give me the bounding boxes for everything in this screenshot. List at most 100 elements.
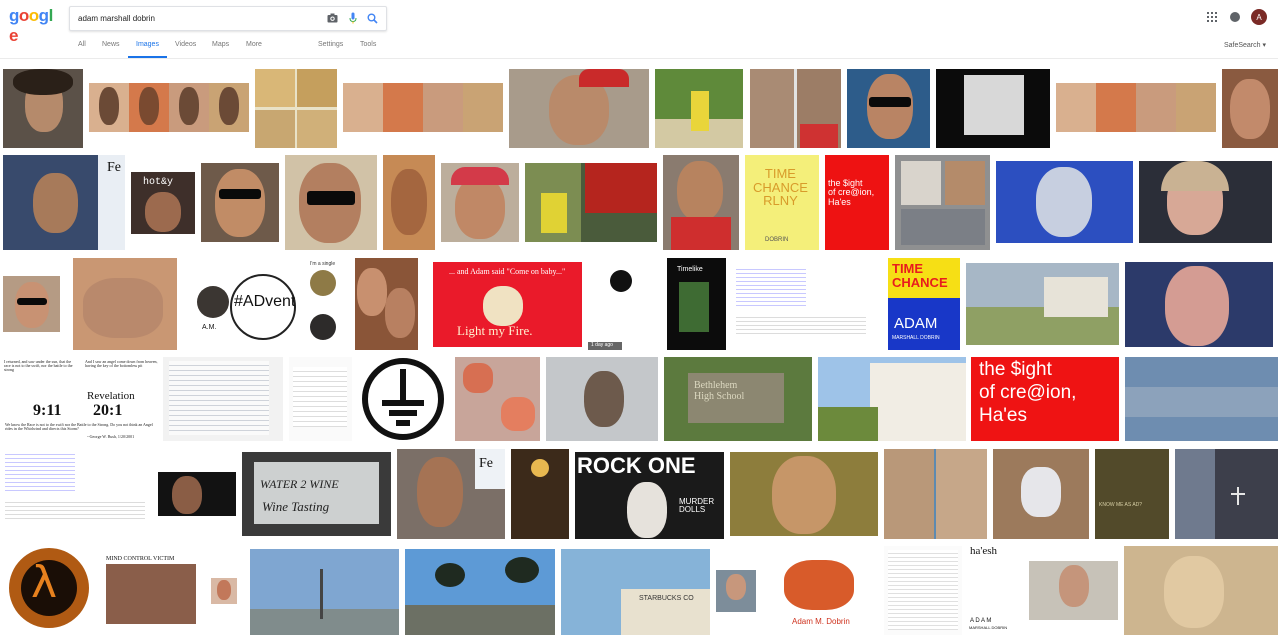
image-result[interactable] [936,69,1050,148]
thumb-text: WATER 2 WINE [260,477,339,491]
image-result[interactable] [3,449,156,539]
image-result[interactable]: λ [3,546,98,635]
thumb-text: ha'esh [970,546,998,557]
image-result[interactable] [73,258,177,350]
image-result[interactable]: Adam M. Dobrin [764,552,878,635]
image-result[interactable] [993,449,1089,539]
thumb-text: DOBRIN [765,237,789,243]
image-result[interactable]: TIME CHANCE ADAM MARSHALL DOBRIN [888,258,960,350]
image-result[interactable]: Fe [397,449,505,539]
thumb-text: #ADvent [234,293,296,310]
thumb-text: 9:11 [33,402,62,419]
thumb-text: Wine Tasting [262,499,330,514]
image-result[interactable] [1125,357,1278,441]
image-result[interactable]: hot&y [131,172,195,234]
thumb-text: hot&y [143,177,174,188]
image-result[interactable] [546,357,658,441]
image-result[interactable]: KNOW ME AS AD? [1095,449,1169,539]
image-result[interactable] [158,472,236,516]
image-result[interactable] [360,357,446,441]
image-result[interactable]: #ADvent I'm a single A.M. [192,258,340,350]
image-result[interactable]: STARBUCKS CO [561,549,710,635]
image-result[interactable] [250,549,399,635]
image-result[interactable]: Timelike 1984 [667,258,726,350]
thumb-text: Timelike [677,266,703,273]
thumb-text: STARBUCKS CO [639,595,694,602]
image-result[interactable] [285,155,377,250]
image-result[interactable]: Bethlehem High School [664,357,812,441]
image-result[interactable]: TIME CHANCE RLNY DOBRIN [745,155,819,250]
image-result[interactable] [441,163,519,242]
image-result[interactable] [1175,449,1278,539]
image-result[interactable] [1125,262,1273,347]
thumb-text: Light my Fire. [457,323,533,338]
image-result[interactable] [3,69,83,148]
image-result[interactable] [455,357,540,441]
image-result[interactable] [509,69,649,148]
image-result[interactable]: Fe [3,155,125,250]
thumb-text: ROCK ONE [577,453,696,478]
image-result[interactable] [1139,161,1272,243]
thumb-text: Fe [479,456,493,471]
image-result[interactable] [730,452,878,536]
thumb-text: A.M. [202,324,217,331]
image-result[interactable] [847,69,930,148]
image-result[interactable]: WATER 2 WINE Wine Tasting [242,452,391,536]
lambda-symbol: λ [31,557,58,608]
image-result[interactable] [1029,561,1118,620]
image-result[interactable] [211,578,237,604]
date-badge: 1 day ago [591,342,613,348]
thumb-text: the $ight of cre@ion, Ha'es [979,359,1077,426]
image-result[interactable]: ... and Adam said "Come on baby..." Ligh… [433,262,582,347]
image-result[interactable] [1222,69,1278,148]
image-result[interactable] [405,549,555,635]
image-result[interactable] [655,69,743,148]
image-results-grid: Fe hot&y TIME CHANCE RLNY DOBRIN the $ig… [0,0,1278,635]
image-result[interactable] [663,155,739,250]
image-result[interactable] [732,258,880,350]
thumb-text: I returned, and saw under the sun, that … [4,359,73,373]
image-result[interactable] [1124,546,1278,635]
thumb-text: KNOW ME AS AD? [1099,502,1143,508]
image-result[interactable]: MIND CONTROL VICTIM [104,556,199,626]
thumb-text: the $ight of cre@ion, Ha'es [828,178,875,207]
ground-symbol-icon [362,358,444,440]
image-result[interactable] [895,155,990,250]
image-result[interactable] [996,161,1133,243]
image-result[interactable] [383,155,435,250]
image-result[interactable] [89,83,249,132]
thumb-text: ... and Adam said "Come on baby..." [449,267,566,276]
thumb-text: I'm a single [310,261,336,267]
image-result[interactable] [343,83,503,132]
thumb-text: Adam M. Dobrin [792,617,850,626]
thumb-text: Revelation [87,390,135,402]
image-result[interactable] [3,276,60,332]
image-result[interactable]: ROCK ONE MURDER DOLLS [575,452,724,539]
image-result[interactable]: the $ight of cre@ion, Ha'es [825,155,889,250]
image-result[interactable] [289,357,352,441]
image-result[interactable] [818,357,966,441]
image-result[interactable] [1056,83,1216,132]
image-result[interactable] [966,263,1119,345]
image-result[interactable]: the $ight of cre@ion, Ha'es [971,357,1119,441]
image-result[interactable]: I returned, and saw under the sun, that … [3,357,163,441]
thumb-text: Bethlehem High School [694,380,745,402]
image-result[interactable] [355,258,418,350]
image-result[interactable] [255,69,337,148]
image-result[interactable] [750,69,841,148]
image-result[interactable] [884,546,962,635]
thumb-text: MIND CONTROL VICTIM [106,556,175,562]
image-result[interactable]: 1 day ago [588,258,656,350]
image-result[interactable] [525,163,657,242]
thumb-text: And I saw an angel come down from heaven… [85,359,158,369]
thumb-text: MARSHALL DOBRIN [969,625,1008,630]
image-result[interactable] [884,449,987,539]
thumb-text: MARSHALL DOBRIN [892,335,940,341]
thumb-text: Fe [107,160,121,175]
thumb-text: --George W. Bush, 1/20/2001 [87,434,135,439]
image-result[interactable] [511,449,569,539]
image-result[interactable] [716,570,756,612]
image-result[interactable] [163,357,283,441]
image-result[interactable] [201,163,279,242]
image-result[interactable]: ha'esh A D A M MARSHALL DOBRIN [966,546,1023,635]
